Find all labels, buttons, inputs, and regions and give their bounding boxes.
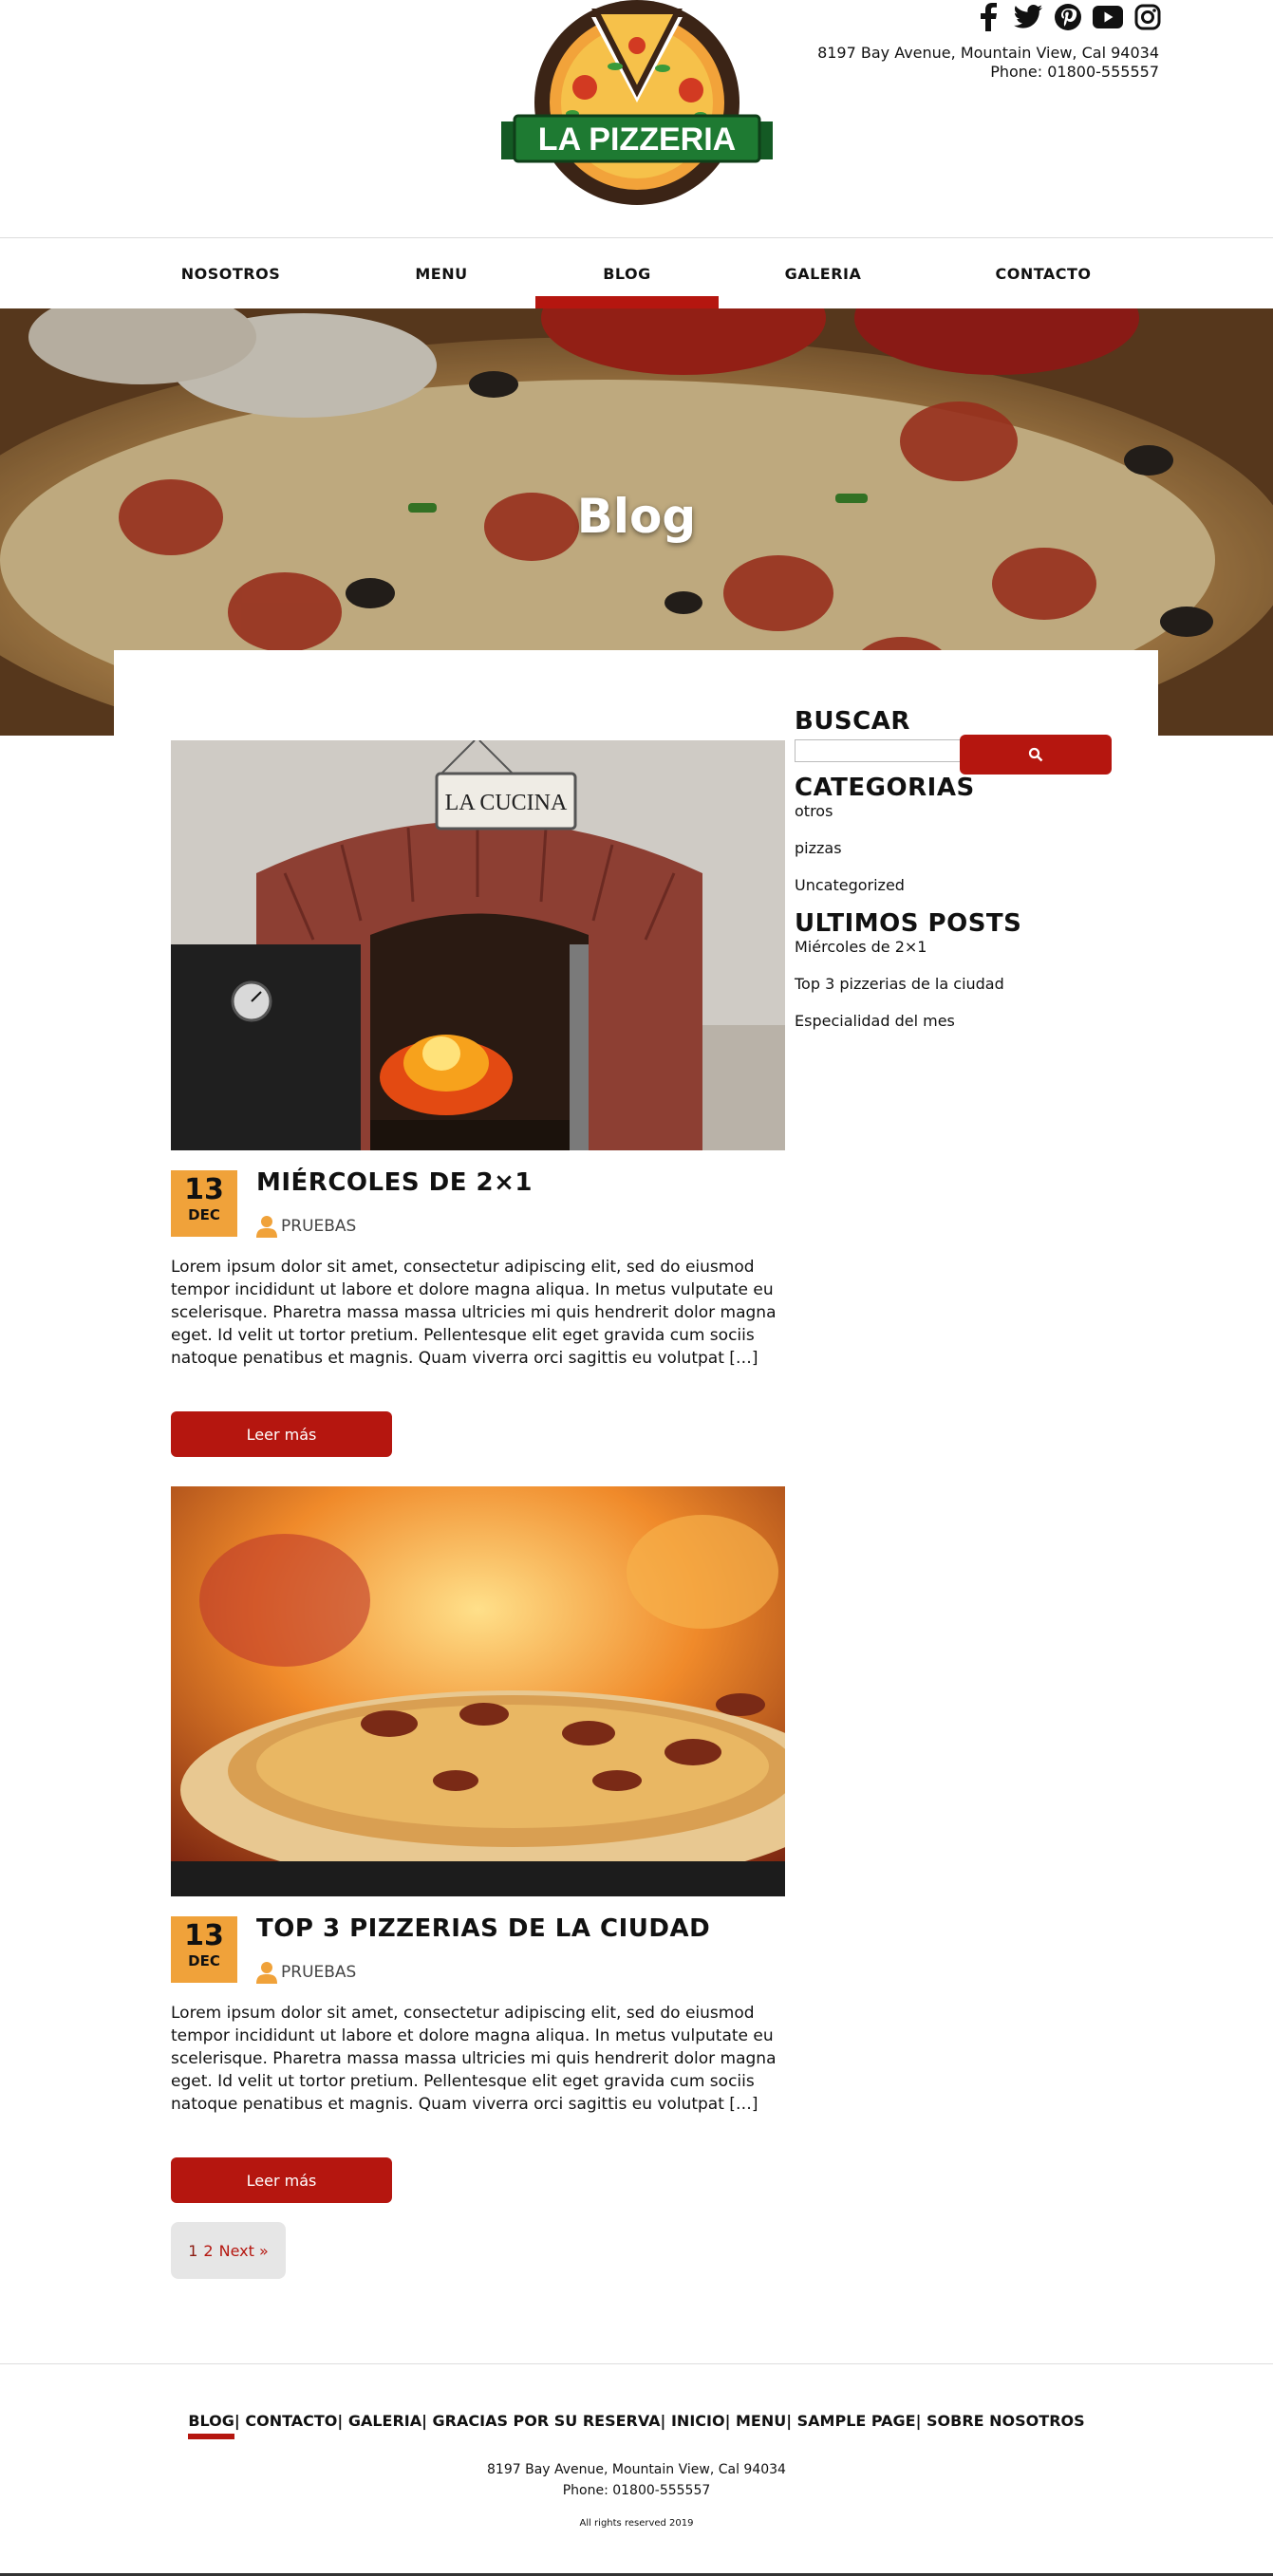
post-date-day: 13	[184, 1919, 224, 1952]
post-date-day: 13	[184, 1173, 224, 1206]
category-link[interactable]: otros	[795, 802, 1136, 821]
post-excerpt: Lorem ipsum dolor sit amet, consectetur …	[171, 1258, 777, 1368]
footer-phone: Phone: 01800-555557	[562, 2483, 711, 2498]
footer-link-inicio[interactable]: INICIO	[671, 2412, 725, 2430]
pagination: 1 2 Next »	[171, 2222, 286, 2279]
search-icon	[1028, 747, 1043, 762]
nav-item-blog[interactable]: BLOG	[535, 238, 719, 309]
header-phone: Phone: 01800-555557	[990, 63, 1159, 81]
recent-post-link[interactable]: Top 3 pizzerias de la ciudad	[795, 975, 1136, 994]
post-author: PRUEBAS	[256, 1215, 356, 1238]
site-header: LA PIZZERIA 8197 Bay Avenue, Mountain Vi…	[0, 0, 1273, 237]
post-author-name[interactable]: PRUEBAS	[281, 1963, 356, 1982]
footer-link-sample-page[interactable]: SAMPLE PAGE	[797, 2412, 916, 2430]
read-more-button[interactable]: Leer más	[171, 1411, 392, 1457]
page-title: Blog	[576, 489, 697, 544]
recent-post-link[interactable]: Especialidad del mes	[795, 1012, 1136, 1031]
post-author: PRUEBAS	[256, 1961, 356, 1984]
sidebar: BUSCAR CATEGORIAS otros pizzas Uncategor…	[795, 707, 1136, 1049]
nav-item-contacto[interactable]: CONTACTO	[980, 238, 1107, 309]
pagination-page-2[interactable]: 2	[203, 2242, 213, 2260]
instagram-icon[interactable]	[1133, 2, 1163, 32]
post-title[interactable]: MIÉRCOLES DE 2×1	[256, 1168, 533, 1197]
footer-link-blog[interactable]: BLOG	[188, 2412, 234, 2430]
nav-item-nosotros[interactable]: NOSOTROS	[167, 238, 294, 309]
pinterest-icon[interactable]	[1053, 2, 1083, 32]
recent-posts-widget-title: ULTIMOS POSTS	[795, 909, 1022, 938]
categories-widget-title: CATEGORIAS	[795, 774, 975, 802]
footer-link-contacto[interactable]: CONTACTO	[245, 2412, 337, 2430]
footer-link-sobre-nosotros[interactable]: SOBRE NOSOTROS	[927, 2412, 1085, 2430]
header-contact-info: 8197 Bay Avenue, Mountain View, Cal 9403…	[817, 44, 1159, 82]
post-date-badge: 13 DEC	[171, 1916, 237, 1983]
post-image-oven[interactable]: LA CUCINA	[171, 740, 785, 1150]
post-date-badge: 13 DEC	[171, 1170, 237, 1237]
post-date-month: DEC	[188, 1206, 220, 1223]
read-more-button[interactable]: Leer más	[171, 2157, 392, 2203]
oven-sign-text: LA CUCINA	[445, 791, 568, 815]
post-date-month: DEC	[188, 1952, 220, 1969]
post-excerpt: Lorem ipsum dolor sit amet, consectetur …	[171, 2004, 777, 2114]
footer-contact-info: 8197 Bay Avenue, Mountain View, Cal 9403…	[0, 2459, 1273, 2501]
footer-link-menu[interactable]: MENU	[736, 2412, 786, 2430]
pagination-next[interactable]: Next »	[219, 2242, 269, 2260]
facebook-icon[interactable]	[973, 2, 1003, 32]
user-icon	[256, 1216, 277, 1238]
footer-navigation: BLOG| CONTACTO| GALERIA| GRACIAS POR SU …	[188, 2412, 1085, 2430]
search-widget-title: BUSCAR	[795, 707, 910, 736]
footer-address: 8197 Bay Avenue, Mountain View, Cal 9403…	[487, 2462, 786, 2477]
youtube-icon[interactable]	[1093, 2, 1123, 32]
blog-post: 13 DEC TOP 3 PIZZERIAS DE LA CIUDAD PRUE…	[171, 1486, 785, 2203]
site-footer: BLOG| CONTACTO| GALERIA| GRACIAS POR SU …	[0, 2363, 1273, 2576]
nav-item-galeria[interactable]: GALERIA	[759, 238, 887, 309]
blog-post: LA CUCINA 13 DEC MIÉRCOLES DE 2×1 PRUEBA…	[171, 740, 785, 1457]
category-link[interactable]: Uncategorized	[795, 876, 1136, 895]
footer-link-gracias[interactable]: GRACIAS POR SU RESERVA	[433, 2412, 661, 2430]
post-image-pizza[interactable]	[171, 1486, 785, 1896]
pagination-current-page: 1	[188, 2241, 198, 2260]
footer-link-galeria[interactable]: GALERIA	[348, 2412, 421, 2430]
search-button[interactable]	[960, 735, 1112, 775]
twitter-icon[interactable]	[1013, 2, 1043, 32]
nav-item-menu[interactable]: MENU	[378, 238, 505, 309]
la-pizzeria-logo[interactable]: LA PIZZERIA	[501, 0, 773, 207]
header-address: 8197 Bay Avenue, Mountain View, Cal 9403…	[817, 44, 1159, 62]
footer-copyright: All rights reserved 2019	[579, 2518, 694, 2529]
social-links	[973, 2, 1163, 32]
user-icon	[256, 1962, 277, 1984]
post-author-name[interactable]: PRUEBAS	[281, 1217, 356, 1236]
categories-list: otros pizzas Uncategorized	[795, 802, 1136, 895]
post-title[interactable]: TOP 3 PIZZERIAS DE LA CIUDAD	[256, 1914, 710, 1943]
recent-post-link[interactable]: Miércoles de 2×1	[795, 938, 1136, 957]
recent-posts-list: Miércoles de 2×1 Top 3 pizzerias de la c…	[795, 938, 1136, 1031]
main-navigation: NOSOTROS MENU BLOG GALERIA CONTACTO	[0, 237, 1273, 309]
search-form	[795, 734, 1136, 775]
category-link[interactable]: pizzas	[795, 839, 1136, 858]
search-input[interactable]	[795, 739, 961, 762]
logo-text: LA PIZZERIA	[538, 121, 736, 158]
